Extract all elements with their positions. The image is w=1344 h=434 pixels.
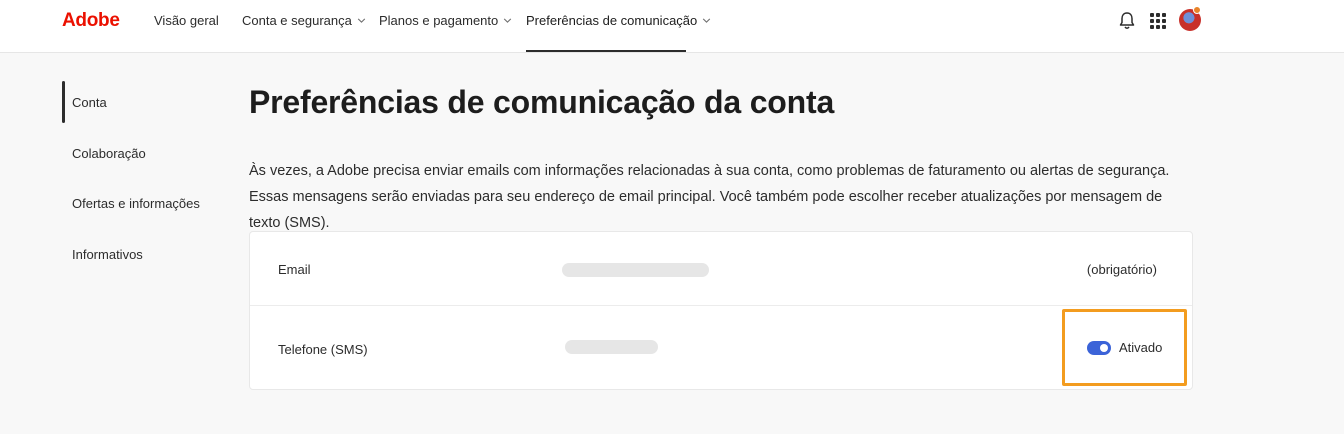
chevron-down-icon — [357, 18, 366, 23]
page-title: Preferências de comunicação da conta — [249, 84, 835, 120]
communication-preferences-card: Email (obrigatório) Telefone (SMS) — [249, 231, 1193, 390]
notification-dot — [1193, 6, 1201, 14]
required-label: (obrigatório) — [1086, 262, 1157, 277]
nav-visao-geral[interactable]: Visão geral — [154, 13, 219, 28]
redacted-email — [562, 263, 709, 277]
nav-label: Visão geral — [154, 13, 219, 28]
toggle-status-label: Ativado — [1119, 340, 1163, 355]
nav-planos-pagamento[interactable]: Planos e pagamento — [379, 13, 513, 28]
row-divider — [250, 305, 1192, 306]
intro-text: Às vezes, a Adobe precisa enviar emails … — [249, 163, 1170, 231]
email-row-label: Email — [278, 262, 311, 277]
sidebar-item-ofertas[interactable]: Ofertas e informações — [72, 196, 200, 211]
toggle-knob — [1100, 344, 1108, 352]
nav-label: Conta e segurança — [242, 13, 352, 28]
sidebar-active-indicator — [62, 81, 65, 123]
chevron-down-icon — [703, 18, 711, 23]
sidebar-item-colaboracao[interactable]: Colaboração — [72, 146, 146, 161]
nav-label: Planos e pagamento — [379, 13, 499, 28]
nav-conta-seguranca[interactable]: Conta e segurança — [242, 13, 367, 28]
bell-icon[interactable] — [1118, 11, 1136, 31]
nav-preferencias-comunicacao[interactable]: Preferências de comunicação — [526, 13, 712, 28]
nav-label: Preferências de comunicação — [526, 13, 698, 28]
sidebar-item-informativos[interactable]: Informativos — [72, 247, 143, 262]
chevron-down-icon — [504, 18, 512, 23]
active-tab-indicator — [526, 50, 686, 52]
redacted-phone — [565, 340, 658, 354]
apps-grid-icon[interactable] — [1150, 13, 1166, 29]
sms-toggle-switch[interactable] — [1087, 341, 1111, 355]
top-navigation-bar: Adobe Visão geral Conta e segurança Plan… — [0, 0, 1344, 53]
adobe-logo[interactable]: Adobe — [62, 10, 120, 32]
sms-row-label: Telefone (SMS) — [278, 342, 368, 357]
sidebar-item-conta[interactable]: Conta — [72, 95, 107, 110]
